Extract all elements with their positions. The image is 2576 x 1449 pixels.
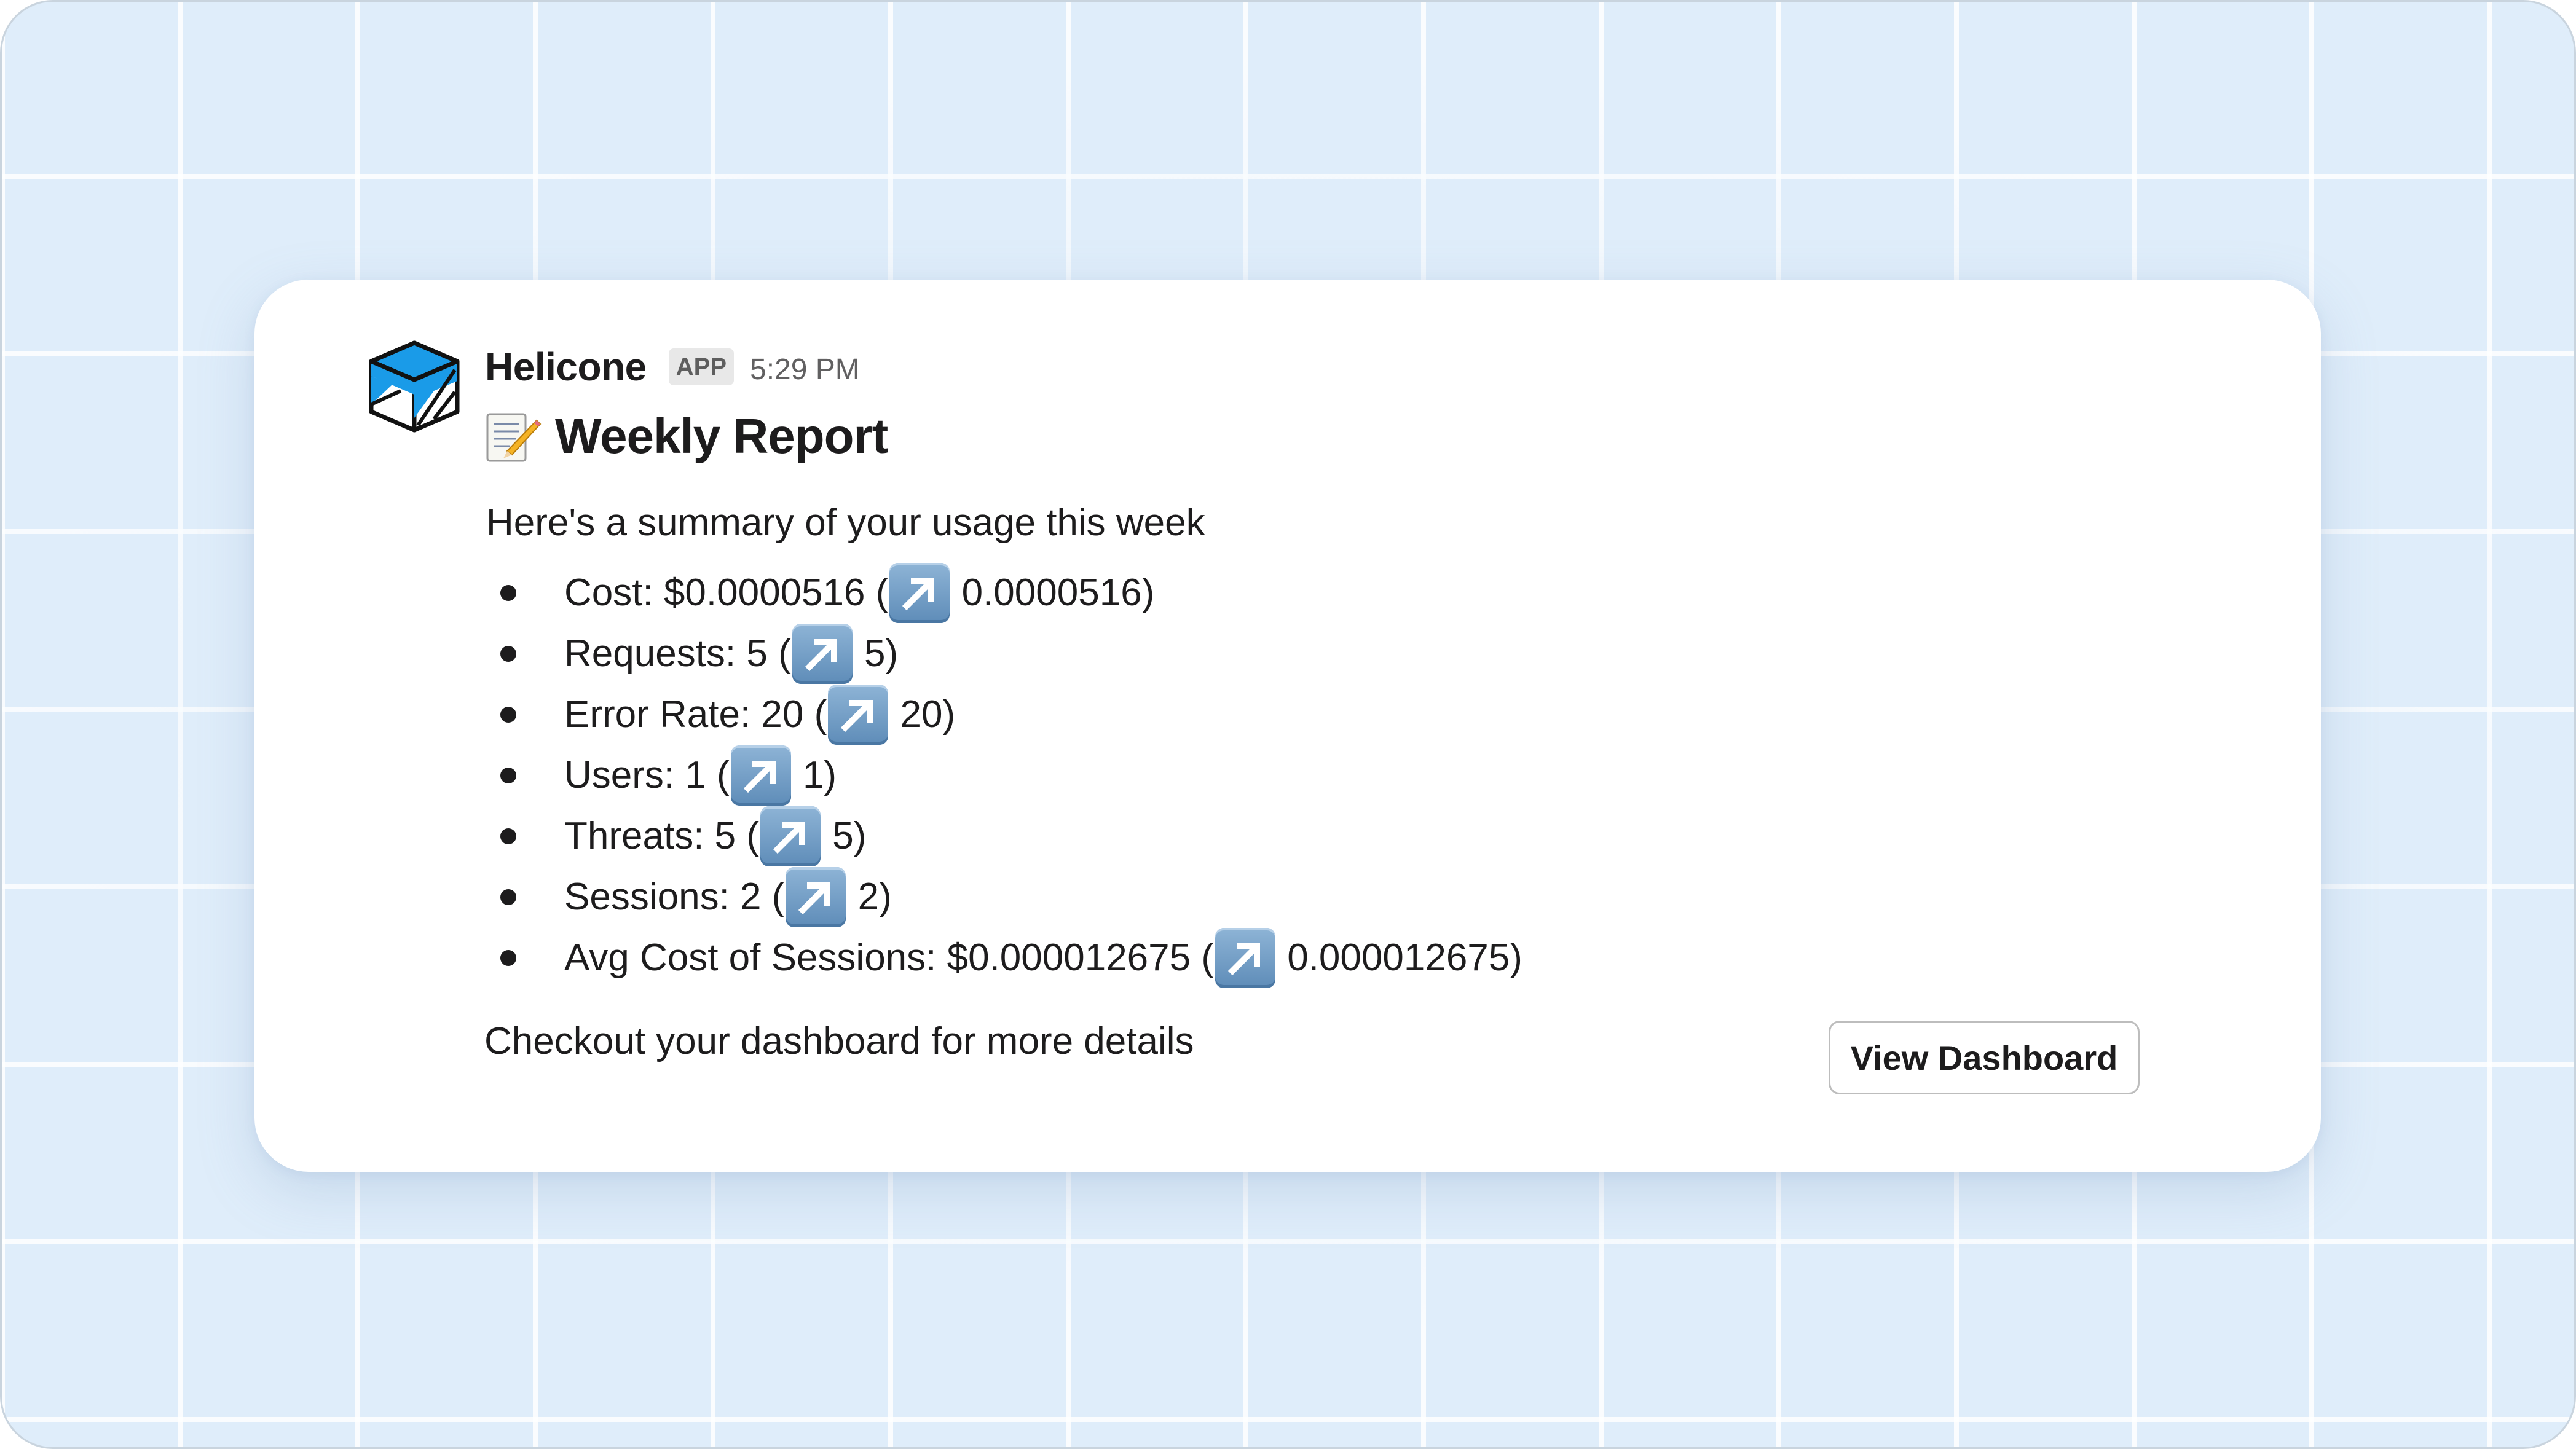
up-right-arrow-icon: [828, 684, 889, 745]
bullet: [500, 645, 516, 662]
bullet: [500, 706, 516, 723]
view-dashboard-button[interactable]: View Dashboard: [1829, 1021, 2140, 1094]
message-header: Helicone APP 5:29 PM: [485, 336, 860, 398]
app-name[interactable]: Helicone: [485, 344, 647, 390]
metric-avg-session-cost: Avg Cost of Sessions: $0.000012675 ( 0.0…: [500, 927, 1522, 988]
up-right-arrow-icon: [786, 866, 846, 927]
metrics-list: Cost: $0.0000516 ( 0.0000516) Requests: …: [500, 562, 1522, 988]
metric-change: 5): [822, 815, 867, 857]
app-badge: APP: [668, 348, 734, 385]
metric-users: Users: 1 ( 1): [500, 745, 1522, 806]
message-timestamp[interactable]: 5:29 PM: [750, 353, 860, 387]
up-right-arrow-icon: [1215, 927, 1275, 988]
metric-change: 0.0000516): [951, 571, 1155, 614]
up-right-arrow-icon: [730, 745, 791, 806]
footer-text: Checkout your dashboard for more details: [484, 1020, 1194, 1062]
bullet: [500, 828, 516, 844]
report-title: Weekly Report: [555, 409, 888, 463]
metric-cost: Cost: $0.0000516 ( 0.0000516): [500, 562, 1522, 623]
metric-label: Error Rate: 20 (: [564, 693, 827, 736]
summary-text: Here's a summary of your usage this week: [486, 501, 1205, 544]
helicone-logo-icon: [369, 340, 460, 433]
metric-label: Avg Cost of Sessions: $0.000012675 (: [564, 937, 1214, 979]
up-right-arrow-icon: [760, 806, 821, 866]
metric-label: Cost: $0.0000516 (: [564, 571, 889, 614]
bullet: [500, 584, 516, 601]
report-title-row: Weekly Report: [485, 402, 888, 470]
metric-threats: Threats: 5 ( 5): [500, 806, 1522, 866]
metric-label: Users: 1 (: [564, 754, 730, 796]
message-card: Helicone APP 5:29 PM Weekly Report Here'…: [254, 280, 2321, 1172]
metric-sessions: Sessions: 2 ( 2): [500, 866, 1522, 927]
metric-label: Requests: 5 (: [564, 632, 791, 675]
bullet: [500, 889, 516, 905]
metric-label: Threats: 5 (: [564, 815, 759, 857]
metric-error-rate: Error Rate: 20 ( 20): [500, 684, 1522, 745]
metric-label: Sessions: 2 (: [564, 876, 785, 918]
metric-change: 1): [792, 754, 837, 796]
bullet: [500, 949, 516, 966]
metric-change: 20): [889, 693, 956, 736]
up-right-arrow-icon: [792, 623, 853, 684]
metric-change: 0.000012675): [1277, 937, 1522, 979]
metric-change: 2): [847, 876, 892, 918]
metric-requests: Requests: 5 ( 5): [500, 623, 1522, 684]
bullet: [500, 767, 516, 783]
memo-icon: [486, 413, 542, 462]
up-right-arrow-icon: [889, 562, 950, 623]
metric-change: 5): [853, 632, 899, 675]
